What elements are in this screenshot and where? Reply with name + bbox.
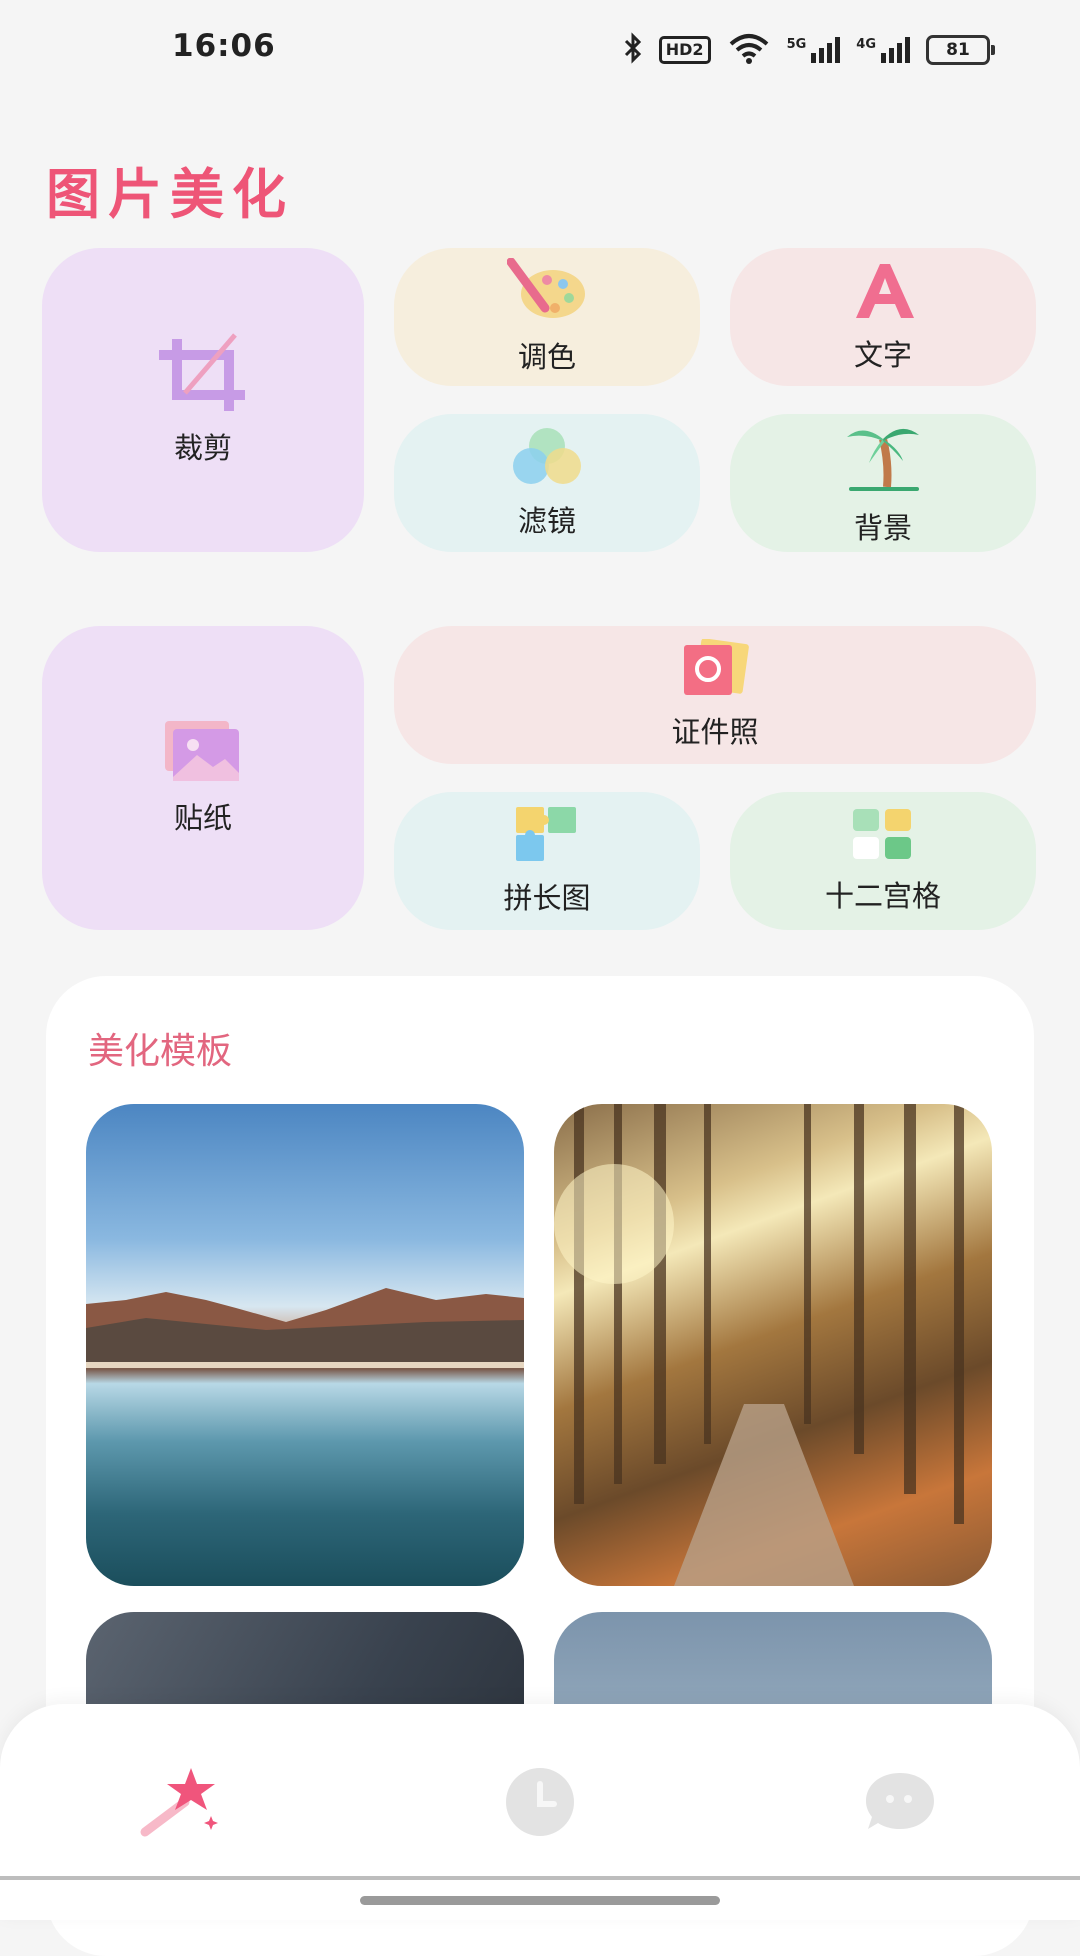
filter-circles-icon [509, 426, 585, 490]
crop-tool-button[interactable]: 裁剪 [42, 248, 364, 552]
wifi-icon [727, 32, 771, 68]
color-tool-button[interactable]: 调色 [394, 248, 700, 386]
id-photo-label: 证件照 [671, 715, 759, 749]
filter-tool-button[interactable]: 滤镜 [394, 414, 700, 552]
clock-icon [504, 1766, 576, 1842]
signal-5g-icon: 5G [787, 37, 841, 63]
bottom-navigation [0, 1704, 1080, 1920]
sticker-label: 贴纸 [173, 801, 232, 835]
home-indicator[interactable] [360, 1896, 720, 1905]
nav-beautify[interactable] [130, 1754, 230, 1854]
id-photo-tool-button[interactable]: 证件照 [394, 626, 1036, 764]
status-bar: 16:06 HD2 5G 4G 81 [0, 0, 1080, 100]
id-photo-icon [680, 638, 750, 701]
template-lake-mountain[interactable] [86, 1104, 524, 1586]
chat-icon [862, 1767, 938, 1841]
palette-icon [506, 257, 587, 326]
nav-history[interactable] [490, 1754, 590, 1854]
hd-voice-icon: HD2 [658, 36, 711, 64]
nine-grid-tool-button[interactable]: 十二宫格 [730, 792, 1036, 930]
system-divider [0, 1876, 1080, 1880]
nine-grid-label: 十二宫格 [824, 879, 941, 913]
templates-title: 美化模板 [88, 1031, 233, 1072]
grid-icon [851, 807, 915, 865]
letter-a-icon [848, 260, 918, 324]
image-sticker-icon [163, 719, 243, 787]
color-label: 调色 [517, 340, 576, 374]
nav-messages[interactable] [850, 1754, 950, 1854]
palm-tree-icon [843, 419, 923, 497]
sticker-tool-button[interactable]: 贴纸 [42, 626, 364, 930]
battery-icon: 81 [926, 35, 995, 65]
crop-label: 裁剪 [173, 431, 232, 465]
puzzle-icon [514, 805, 580, 867]
template-autumn-forest[interactable] [554, 1104, 992, 1586]
long-stitch-tool-button[interactable]: 拼长图 [394, 792, 700, 930]
status-time: 16:06 [172, 28, 276, 64]
magic-wand-star-icon [135, 1762, 225, 1846]
crop-icon [155, 333, 251, 417]
text-label: 文字 [853, 338, 912, 372]
bluetooth-icon [623, 32, 643, 68]
long-stitch-label: 拼长图 [503, 881, 591, 915]
filter-label: 滤镜 [517, 504, 576, 538]
background-tool-button[interactable]: 背景 [730, 414, 1036, 552]
background-label: 背景 [853, 511, 912, 545]
signal-4g-icon: 4G [856, 37, 910, 63]
text-tool-button[interactable]: 文字 [730, 248, 1036, 386]
page-title: 图片美化 [46, 163, 294, 226]
status-icons: HD2 5G 4G 81 [623, 30, 995, 70]
